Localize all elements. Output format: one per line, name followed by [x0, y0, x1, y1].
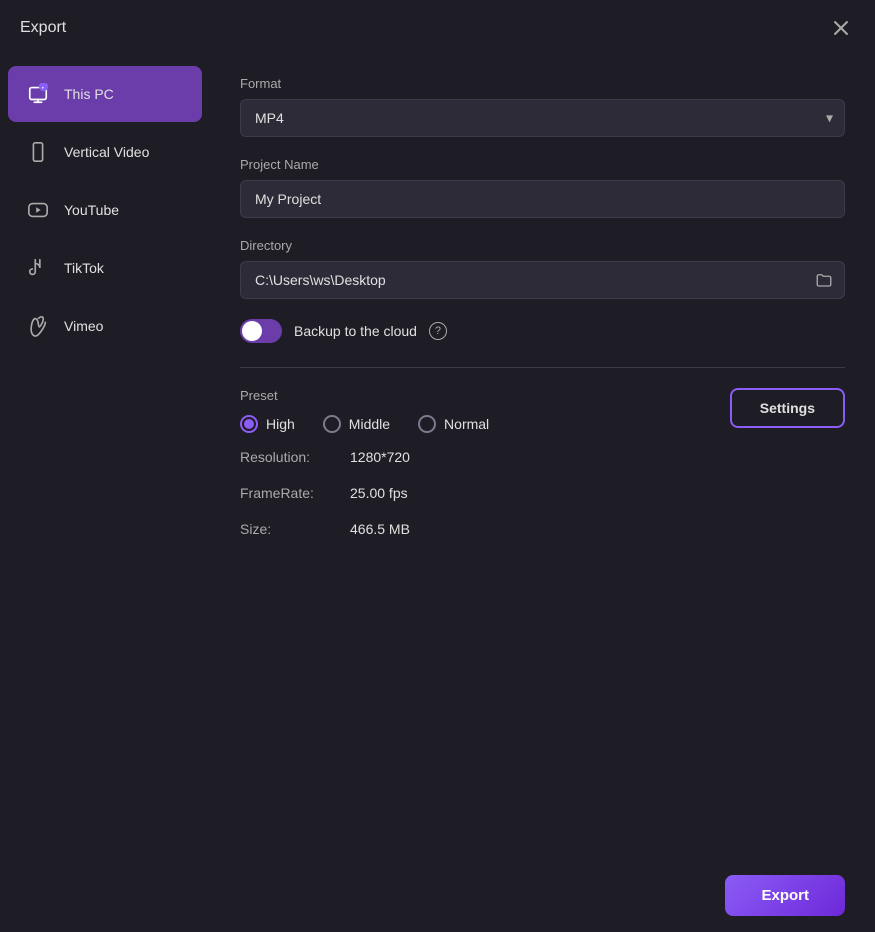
directory-wrapper	[240, 261, 845, 299]
export-button[interactable]: Export	[725, 875, 845, 916]
backup-row: Backup to the cloud ?	[240, 319, 845, 343]
preset-label: Preset	[240, 388, 489, 403]
framerate-row: FrameRate: 25.00 fps	[240, 485, 845, 501]
project-name-field-group: Project Name	[240, 157, 845, 218]
directory-input[interactable]	[240, 261, 845, 299]
backup-toggle[interactable]	[240, 319, 282, 343]
size-label: Size:	[240, 521, 350, 537]
size-value: 466.5 MB	[350, 521, 410, 537]
project-name-input[interactable]	[240, 180, 845, 218]
framerate-label: FrameRate:	[240, 485, 350, 501]
divider	[240, 367, 845, 368]
youtube-icon	[24, 196, 52, 224]
radio-circle-normal	[418, 415, 436, 433]
radio-item-normal[interactable]: Normal	[418, 415, 489, 433]
format-field-group: Format MP4 MOV AVI ▾	[240, 76, 845, 137]
sidebar-item-vimeo[interactable]: Vimeo	[8, 298, 202, 354]
sidebar-item-tiktok[interactable]: TikTok	[8, 240, 202, 296]
help-icon[interactable]: ?	[429, 322, 447, 340]
content-area: Format MP4 MOV AVI ▾ Project Name Direct…	[210, 56, 875, 859]
main-layout: This PC Vertical Video YouTube	[0, 56, 875, 859]
format-select[interactable]: MP4 MOV AVI	[240, 99, 845, 137]
resolution-label: Resolution:	[240, 449, 350, 465]
project-name-label: Project Name	[240, 157, 845, 172]
vimeo-icon	[24, 312, 52, 340]
vertical-video-icon	[24, 138, 52, 166]
backup-label: Backup to the cloud	[294, 323, 417, 339]
preset-row: Preset High Middle	[240, 388, 845, 433]
close-button[interactable]	[827, 14, 855, 42]
sidebar-label-vertical-video: Vertical Video	[64, 144, 149, 160]
radio-label-high: High	[266, 416, 295, 432]
radio-group: High Middle Normal	[240, 415, 489, 433]
settings-button[interactable]: Settings	[730, 388, 845, 428]
sidebar-label-vimeo: Vimeo	[64, 318, 103, 334]
toggle-knob	[242, 321, 262, 341]
dialog-title: Export	[20, 19, 66, 37]
radio-item-middle[interactable]: Middle	[323, 415, 390, 433]
sidebar-label-this-pc: This PC	[64, 86, 114, 102]
footer: Export	[0, 859, 875, 932]
radio-item-high[interactable]: High	[240, 415, 295, 433]
sidebar-item-vertical-video[interactable]: Vertical Video	[8, 124, 202, 180]
format-label: Format	[240, 76, 845, 91]
radio-label-normal: Normal	[444, 416, 489, 432]
directory-label: Directory	[240, 238, 845, 253]
size-row: Size: 466.5 MB	[240, 521, 845, 537]
title-bar: Export	[0, 0, 875, 56]
folder-icon[interactable]	[815, 271, 833, 289]
format-select-wrapper: MP4 MOV AVI ▾	[240, 99, 845, 137]
preset-left: Preset High Middle	[240, 388, 489, 433]
resolution-value: 1280*720	[350, 449, 410, 465]
tiktok-icon	[24, 254, 52, 282]
sidebar-item-youtube[interactable]: YouTube	[8, 182, 202, 238]
radio-circle-high	[240, 415, 258, 433]
resolution-row: Resolution: 1280*720	[240, 449, 845, 465]
sidebar-item-this-pc[interactable]: This PC	[8, 66, 202, 122]
sidebar: This PC Vertical Video YouTube	[0, 56, 210, 859]
radio-circle-middle	[323, 415, 341, 433]
directory-field-group: Directory	[240, 238, 845, 299]
sidebar-label-tiktok: TikTok	[64, 260, 104, 276]
this-pc-icon	[24, 80, 52, 108]
framerate-value: 25.00 fps	[350, 485, 408, 501]
sidebar-label-youtube: YouTube	[64, 202, 119, 218]
radio-label-middle: Middle	[349, 416, 390, 432]
radio-inner-high	[244, 419, 254, 429]
